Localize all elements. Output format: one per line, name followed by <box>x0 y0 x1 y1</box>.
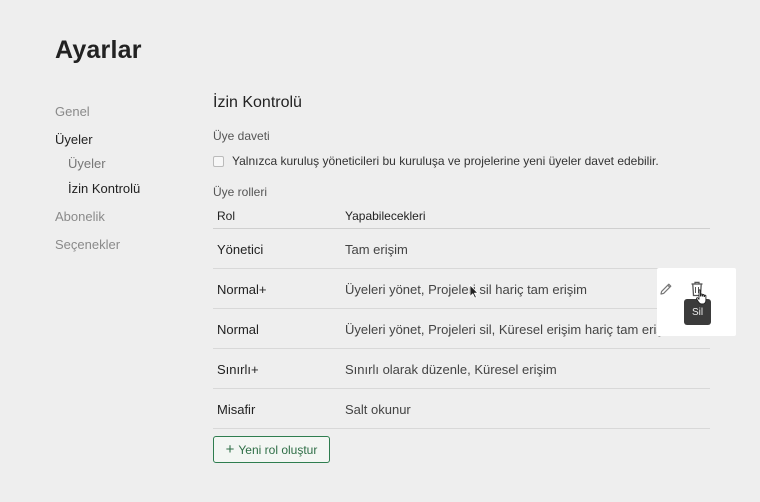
column-header-capabilities: Yapabilecekleri <box>345 209 426 223</box>
table-row[interactable]: Sınırlı+ Sınırlı olarak düzenle, Küresel… <box>213 349 710 389</box>
roles-table: Rol Yapabilecekleri Yönetici Tam erişim … <box>213 206 710 429</box>
arrow-cursor-icon <box>469 284 479 299</box>
sidebar-item-secenekler[interactable]: Seçenekler <box>55 237 120 252</box>
role-capabilities: Üyeleri yönet, Projeleri sil hariç tam e… <box>345 282 588 297</box>
sidebar-item-abonelik[interactable]: Abonelik <box>55 209 105 224</box>
column-header-role: Rol <box>217 209 236 223</box>
new-role-button-label: Yeni rol oluştur <box>238 442 318 457</box>
sidebar-subitem-izin-kontrolu[interactable]: İzin Kontrolü <box>68 181 140 196</box>
role-capabilities: Sınırlı olarak düzenle, Küresel erişim <box>345 362 557 377</box>
table-row[interactable]: Yönetici Tam erişim <box>213 229 710 269</box>
sidebar-item-genel[interactable]: Genel <box>55 104 90 119</box>
new-role-button[interactable]: + Yeni rol oluştur <box>213 436 330 463</box>
roles-section-label: Üye rolleri <box>213 185 268 199</box>
invite-restriction-checkbox[interactable] <box>213 155 224 167</box>
role-name: Normal+ <box>217 282 267 297</box>
invite-restriction-label[interactable]: Yalnızca kuruluş yöneticileri bu kuruluş… <box>232 154 659 168</box>
table-header: Rol Yapabilecekleri <box>213 206 710 229</box>
hand-cursor-icon <box>696 289 707 305</box>
table-row[interactable]: Normal Üyeleri yönet, Projeleri sil, Kür… <box>213 309 710 349</box>
role-name: Misafir <box>217 402 256 417</box>
sidebar-subitem-uyeler[interactable]: Üyeler <box>68 156 106 171</box>
invite-restriction-row: Yalnızca kuruluş yöneticileri bu kuruluş… <box>213 154 659 168</box>
invite-section-label: Üye daveti <box>213 129 270 143</box>
role-capabilities: Tam erişim <box>345 242 408 257</box>
page-title: Ayarlar <box>55 36 142 64</box>
role-capabilities: Salt okunur <box>345 402 411 417</box>
role-name: Normal <box>217 322 259 337</box>
sidebar-item-uyeler[interactable]: Üyeler <box>55 132 93 147</box>
table-row[interactable]: Misafir Salt okunur <box>213 389 710 429</box>
role-name: Yönetici <box>217 242 264 257</box>
pencil-icon[interactable] <box>658 281 674 297</box>
role-capabilities: Üyeleri yönet, Projeleri sil, Küresel er… <box>345 322 677 337</box>
role-name: Sınırlı+ <box>217 362 259 377</box>
table-row[interactable]: Normal+ Üyeleri yönet, Projeleri sil har… <box>213 269 710 309</box>
section-title: İzin Kontrolü <box>213 94 302 111</box>
plus-icon: + <box>225 441 235 458</box>
